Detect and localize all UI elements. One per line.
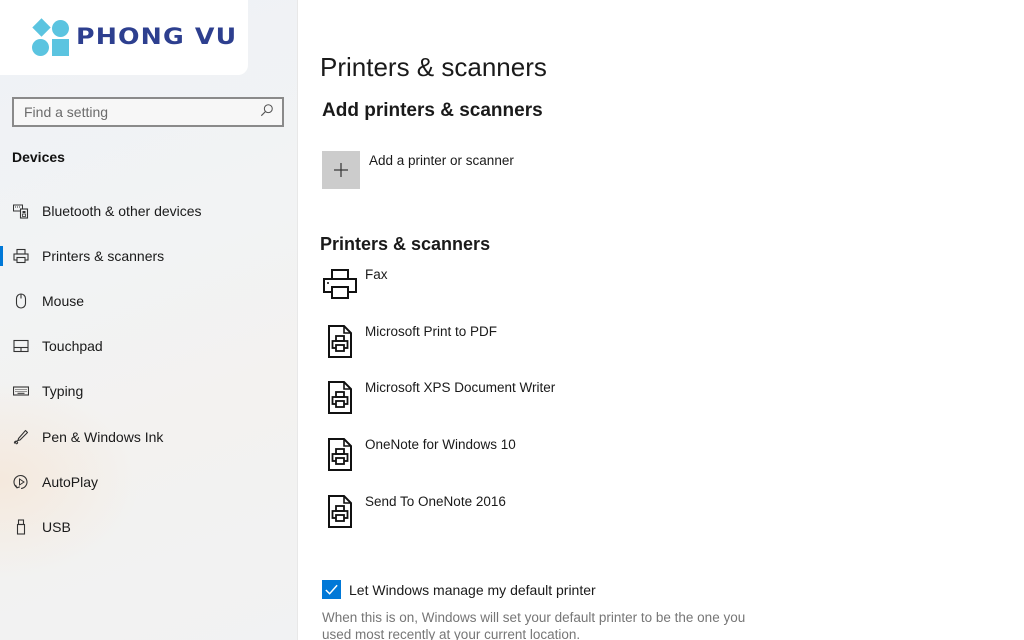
- sidebar-item-label: Pen & Windows Ink: [42, 428, 164, 445]
- usb-icon: [12, 518, 30, 536]
- printer-name: Fax: [365, 267, 388, 282]
- brand-logo: PHONG VU: [0, 0, 248, 75]
- mouse-icon: [12, 292, 30, 310]
- sidebar-item-usb[interactable]: USB: [0, 504, 298, 549]
- search-input[interactable]: [24, 104, 260, 120]
- printer-item-onenote-2016[interactable]: Send To OneNote 2016: [320, 489, 555, 546]
- section-title-devices: Devices: [12, 149, 65, 165]
- document-printer-icon: [320, 491, 360, 531]
- checkmark-icon: [325, 584, 338, 595]
- sidebar-item-label: Printers & scanners: [42, 247, 165, 264]
- sidebar-item-printers-scanners[interactable]: Printers & scanners: [0, 233, 298, 278]
- printer-item-xps-writer[interactable]: Microsoft XPS Document Writer: [320, 375, 555, 432]
- sidebar-item-label: Typing: [42, 383, 84, 400]
- sidebar-item-typing[interactable]: Typing: [0, 369, 298, 414]
- search-box[interactable]: [12, 97, 284, 127]
- search-icon[interactable]: [260, 103, 274, 122]
- sidebar-item-label: Bluetooth & other devices: [42, 202, 202, 219]
- sidebar-item-label: USB: [42, 518, 71, 535]
- brand-logo-mark-icon: [32, 17, 70, 56]
- default-printer-description: When this is on, Windows will set your d…: [322, 610, 746, 640]
- add-tile[interactable]: [322, 151, 360, 189]
- sidebar-item-autoplay[interactable]: AutoPlay: [0, 459, 298, 504]
- main-content: Printers & scanners Add printers & scann…: [320, 0, 1024, 640]
- default-printer-checkbox-row[interactable]: Let Windows manage my default printer: [322, 580, 596, 599]
- document-printer-icon: [320, 434, 360, 474]
- keyboard-icon: [12, 382, 30, 400]
- fax-printer-icon: [320, 264, 360, 304]
- sidebar: PHONG VU Devices Bluetooth & other devic…: [0, 0, 298, 640]
- printer-name: Send To OneNote 2016: [365, 493, 506, 509]
- printer-item-fax[interactable]: Fax: [320, 262, 555, 319]
- bluetooth-devices-icon: [12, 202, 30, 220]
- add-printer-button[interactable]: Add a printer or scanner: [322, 151, 514, 189]
- sidebar-item-label: Touchpad: [42, 338, 103, 355]
- default-printer-checkbox[interactable]: [322, 580, 341, 599]
- sidebar-item-touchpad[interactable]: Touchpad: [0, 324, 298, 369]
- printer-item-onenote-win10[interactable]: OneNote for Windows 10: [320, 432, 555, 489]
- sidebar-item-label: Mouse: [42, 292, 85, 309]
- printer-name: Microsoft XPS Document Writer: [365, 380, 556, 396]
- document-printer-icon: [320, 321, 360, 361]
- add-section-title: Add printers & scanners: [322, 100, 543, 121]
- default-printer-label[interactable]: Let Windows manage my default printer: [349, 582, 596, 598]
- document-printer-icon: [320, 377, 360, 417]
- sidebar-nav: Bluetooth & other devices Printers & sca…: [0, 188, 298, 550]
- page-title: Printers & scanners: [320, 52, 547, 82]
- printers-list-title: Printers & scanners: [320, 234, 491, 254]
- sidebar-item-mouse[interactable]: Mouse: [0, 278, 298, 323]
- printer-icon: [12, 247, 30, 265]
- add-printer-label[interactable]: Add a printer or scanner: [369, 153, 514, 168]
- printer-name: OneNote for Windows 10: [365, 437, 516, 453]
- sidebar-item-label: AutoPlay: [42, 473, 99, 490]
- sidebar-item-bluetooth[interactable]: Bluetooth & other devices: [0, 188, 298, 233]
- sidebar-item-pen-ink[interactable]: Pen & Windows Ink: [0, 414, 298, 459]
- brand-name: PHONG VU: [76, 25, 238, 50]
- touchpad-icon: [12, 337, 30, 355]
- printers-list: Fax Microsoft Print to PDF Microsoft XPS…: [320, 262, 555, 545]
- printer-item-print-to-pdf[interactable]: Microsoft Print to PDF: [320, 319, 555, 376]
- pen-icon: [12, 428, 30, 446]
- printer-name: Microsoft Print to PDF: [365, 323, 498, 339]
- autoplay-icon: [12, 473, 30, 491]
- plus-icon: [334, 163, 348, 177]
